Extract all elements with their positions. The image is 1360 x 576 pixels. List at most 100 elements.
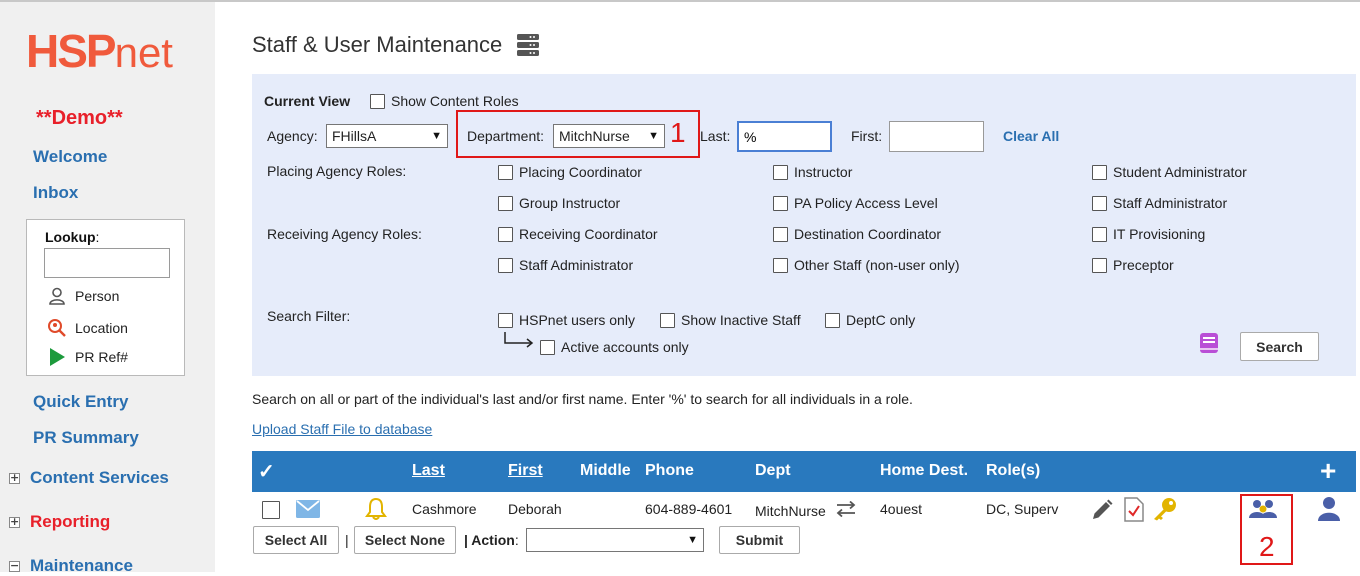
expand-icon[interactable]: + (9, 516, 20, 528)
department-select[interactable]: MitchNurse ▼ (553, 124, 665, 148)
collapse-icon[interactable]: − (9, 560, 20, 572)
checkbox-box[interactable] (498, 164, 513, 180)
lookup-person[interactable]: Person (47, 286, 119, 306)
cell-home-dest: 4ouest (880, 501, 923, 517)
user-icon[interactable] (1318, 496, 1340, 521)
checkbox-box[interactable] (660, 312, 675, 328)
placing-roles-label: Placing Agency Roles: (267, 163, 407, 179)
role-checkbox-staff-administrator-ra[interactable]: Staff Administrator (498, 257, 633, 273)
checkbox-box[interactable] (1092, 257, 1107, 273)
checkbox-box[interactable] (773, 257, 788, 273)
role-checkbox-receiving-coordinator[interactable]: Receiving Coordinator (498, 226, 658, 242)
column-header-first[interactable]: First (508, 462, 543, 480)
server-icon[interactable] (516, 33, 540, 57)
sidebar-item-inbox[interactable]: Inbox (33, 183, 78, 203)
transfer-arrows-icon[interactable] (836, 501, 856, 517)
lookup-pr-ref-label: PR Ref# (75, 349, 128, 365)
lookup-pr-ref[interactable]: PR Ref# (47, 347, 128, 367)
sidebar-item-welcome[interactable]: Welcome (33, 147, 107, 167)
role-checkbox-placing-coordinator[interactable]: Placing Coordinator (498, 164, 642, 180)
annotation-number-1: 1 (670, 117, 686, 148)
role-checkbox-it-provisioning[interactable]: IT Provisioning (1092, 226, 1205, 242)
document-check-icon[interactable] (1124, 497, 1144, 522)
mail-icon[interactable] (296, 500, 320, 518)
sidebar-section-content-services[interactable]: + Content Services (9, 468, 169, 488)
cell-last: Cashmore (412, 501, 477, 517)
lookup-location[interactable]: Location (47, 318, 128, 338)
checkbox-box[interactable] (498, 195, 513, 211)
clear-all-link[interactable]: Clear All (1003, 128, 1059, 144)
role-checkbox-other-staff[interactable]: Other Staff (non-user only) (773, 257, 959, 273)
select-none-button[interactable]: Select None (354, 526, 456, 554)
sidebar-item-quick-entry[interactable]: Quick Entry (33, 392, 128, 412)
lookup-person-label: Person (75, 288, 120, 304)
sidebar: HSPnet **Demo** Welcome Inbox Lookup: Pe… (0, 2, 215, 575)
lookup-panel: Lookup: Person Location PR Ref# (26, 219, 185, 376)
checkbox-label: Other Staff (non-user only) (794, 257, 960, 273)
department-select-value: MitchNurse (559, 128, 630, 144)
column-header-dept: Dept (755, 462, 791, 479)
checkbox-box[interactable] (498, 257, 513, 273)
search-hint-text: Search on all or part of the individual'… (252, 391, 913, 407)
bell-icon[interactable] (365, 497, 387, 521)
role-checkbox-destination-coordinator[interactable]: Destination Coordinator (773, 226, 941, 242)
book-icon[interactable] (1198, 332, 1220, 354)
role-checkbox-student-administrator[interactable]: Student Administrator (1092, 164, 1247, 180)
checkbox-box[interactable] (1092, 195, 1107, 211)
column-header-middle: Middle (580, 462, 631, 479)
checkbox-label: Group Instructor (519, 195, 621, 211)
lookup-input[interactable] (44, 248, 170, 278)
agency-label: Agency: (267, 128, 318, 144)
row-checkbox[interactable] (262, 501, 280, 519)
select-all-button[interactable]: Select All (253, 526, 339, 554)
checkbox-label: IT Provisioning (1113, 226, 1206, 242)
active-accounts-only-checkbox[interactable]: Active accounts only (540, 339, 689, 355)
search-filter-label: Search Filter: (267, 308, 351, 324)
role-checkbox-staff-administrator[interactable]: Staff Administrator (1092, 195, 1227, 211)
sidebar-section-reporting[interactable]: + Reporting (9, 512, 110, 532)
checkbox-box[interactable] (773, 164, 788, 180)
add-staff-icon[interactable]: + (1320, 455, 1336, 487)
play-icon (50, 348, 65, 366)
upload-staff-file-link[interactable]: Upload Staff File to database (252, 421, 432, 437)
show-content-roles-checkbox[interactable]: Show Content Roles (370, 93, 519, 109)
checkbox-label: Preceptor (1113, 257, 1174, 273)
action-select[interactable]: ▼ (526, 528, 704, 552)
sidebar-item-pr-summary[interactable]: PR Summary (33, 428, 139, 448)
role-checkbox-pa-policy-access[interactable]: PA Policy Access Level (773, 195, 938, 211)
checkbox-box[interactable] (540, 339, 555, 355)
select-all-check-icon[interactable]: ✓ (258, 459, 275, 484)
checkbox-box[interactable] (825, 312, 840, 328)
agency-select[interactable]: FHillsA ▼ (326, 124, 448, 148)
key-icon[interactable] (1152, 497, 1178, 521)
checkbox-box[interactable] (1092, 164, 1107, 180)
checkbox-box[interactable] (1092, 226, 1107, 242)
role-checkbox-preceptor[interactable]: Preceptor (1092, 257, 1174, 273)
user-group-icon[interactable] (1248, 499, 1278, 519)
deptc-only-checkbox[interactable]: DeptC only (825, 312, 915, 328)
show-inactive-staff-checkbox[interactable]: Show Inactive Staff (660, 312, 801, 328)
expand-icon[interactable]: + (9, 472, 20, 484)
role-checkbox-group-instructor[interactable]: Group Instructor (498, 195, 620, 211)
column-header-last[interactable]: Last (412, 462, 445, 480)
checkbox-box[interactable] (773, 195, 788, 211)
checkbox-box[interactable] (498, 312, 513, 328)
checkbox-label: Destination Coordinator (794, 226, 942, 242)
sidebar-section-maintenance[interactable]: − Maintenance (9, 556, 133, 576)
submit-button[interactable]: Submit (719, 526, 800, 554)
hspnet-users-only-checkbox[interactable]: HSPnet users only (498, 312, 635, 328)
current-view-label: Current View (264, 93, 351, 109)
role-checkbox-instructor[interactable]: Instructor (773, 164, 852, 180)
checkbox-label: Show Content Roles (391, 93, 519, 109)
edit-pencil-icon[interactable] (1090, 498, 1114, 522)
cell-dept: MitchNurse (755, 503, 826, 519)
checkbox-box[interactable] (370, 93, 385, 109)
search-button[interactable]: Search (1240, 332, 1319, 361)
hspnet-logo[interactable]: HSPnet (26, 28, 173, 74)
first-name-input[interactable] (889, 121, 984, 152)
checkbox-box[interactable] (498, 226, 513, 242)
location-search-icon (48, 319, 66, 337)
last-name-input[interactable] (737, 121, 832, 152)
checkbox-box[interactable] (773, 226, 788, 242)
demo-label: **Demo** (36, 107, 123, 129)
